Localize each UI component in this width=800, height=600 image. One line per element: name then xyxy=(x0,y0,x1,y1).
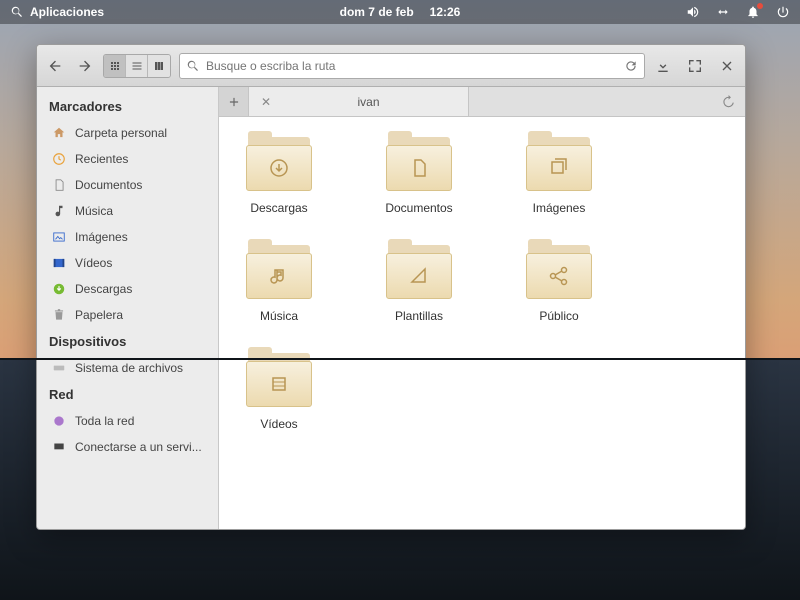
tab-bar: ✕ ivan xyxy=(219,87,745,117)
folder-label: Descargas xyxy=(250,201,307,215)
sidebar-item-downloads[interactable]: Descargas xyxy=(37,276,218,302)
clock-icon xyxy=(51,151,67,167)
folder-documentos[interactable]: Documentos xyxy=(369,137,469,215)
folder-label: Plantillas xyxy=(395,309,443,323)
video-icon xyxy=(51,255,67,271)
content-area: ✕ ivan Descargas Documentos Imágenes Música… xyxy=(219,87,745,529)
applications-menu[interactable]: Aplicaciones xyxy=(30,5,104,19)
folder-label: Vídeos xyxy=(260,417,297,431)
back-button[interactable] xyxy=(45,56,65,76)
view-switcher xyxy=(103,54,171,78)
folder-icon xyxy=(526,245,592,299)
close-button[interactable] xyxy=(717,56,737,76)
folder-label: Documentos xyxy=(385,201,452,215)
globe-icon xyxy=(51,413,67,429)
search-icon xyxy=(186,59,200,73)
home-icon xyxy=(51,125,67,141)
toolbar xyxy=(37,45,745,87)
view-icons[interactable] xyxy=(104,55,126,77)
folder-imágenes[interactable]: Imágenes xyxy=(509,137,609,215)
desktop-wallpaper: Aplicaciones dom 7 de feb 12:26 xyxy=(0,0,800,600)
file-grid[interactable]: Descargas Documentos Imágenes Música Plantil… xyxy=(219,117,745,529)
network-icon[interactable] xyxy=(716,5,730,19)
music-icon xyxy=(51,203,67,219)
network-header: Red xyxy=(37,381,218,408)
new-tab-button[interactable] xyxy=(219,87,249,116)
tab-ivan[interactable]: ✕ ivan xyxy=(249,87,469,116)
folder-música[interactable]: Música xyxy=(229,245,329,323)
power-icon[interactable] xyxy=(776,5,790,19)
panel-date[interactable]: dom 7 de feb xyxy=(340,5,414,19)
folder-icon xyxy=(246,245,312,299)
folder-icon xyxy=(246,137,312,191)
view-columns[interactable] xyxy=(148,55,170,77)
folder-label: Imágenes xyxy=(533,201,586,215)
path-search[interactable] xyxy=(179,53,645,79)
file-manager-window: Marcadores Carpeta personal Recientes Do… xyxy=(36,44,746,530)
forward-button[interactable] xyxy=(75,56,95,76)
download-icon xyxy=(51,281,67,297)
fullscreen-button[interactable] xyxy=(685,56,705,76)
pictures-icon xyxy=(51,229,67,245)
folder-vídeos[interactable]: Vídeos xyxy=(229,353,329,431)
search-input[interactable] xyxy=(206,59,618,73)
tab-label: ivan xyxy=(281,95,456,109)
server-icon xyxy=(51,439,67,455)
sidebar-item-music[interactable]: Música xyxy=(37,198,218,224)
sidebar-item-network[interactable]: Toda la red xyxy=(37,408,218,434)
sidebar-item-home[interactable]: Carpeta personal xyxy=(37,120,218,146)
view-list[interactable] xyxy=(126,55,148,77)
sidebar-item-videos[interactable]: Vídeos xyxy=(37,250,218,276)
document-icon xyxy=(51,177,67,193)
history-button[interactable] xyxy=(711,87,745,116)
bookmarks-header: Marcadores xyxy=(37,93,218,120)
sidebar: Marcadores Carpeta personal Recientes Do… xyxy=(37,87,219,529)
sidebar-item-pictures[interactable]: Imágenes xyxy=(37,224,218,250)
sidebar-item-connect-server[interactable]: Conectarse a un servi... xyxy=(37,434,218,460)
trash-icon xyxy=(51,307,67,323)
folder-icon xyxy=(246,353,312,407)
volume-icon[interactable] xyxy=(686,5,700,19)
sidebar-item-filesystem[interactable]: Sistema de archivos xyxy=(37,355,218,381)
sidebar-item-trash[interactable]: Papelera xyxy=(37,302,218,328)
disk-icon xyxy=(51,360,67,376)
folder-plantillas[interactable]: Plantillas xyxy=(369,245,469,323)
folder-label: Público xyxy=(539,309,578,323)
folder-descargas[interactable]: Descargas xyxy=(229,137,329,215)
folder-label: Música xyxy=(260,309,298,323)
folder-icon xyxy=(526,137,592,191)
sidebar-item-recent[interactable]: Recientes xyxy=(37,146,218,172)
sidebar-item-documents[interactable]: Documentos xyxy=(37,172,218,198)
folder-icon xyxy=(386,245,452,299)
folder-público[interactable]: Público xyxy=(509,245,609,323)
panel-time[interactable]: 12:26 xyxy=(430,5,461,19)
folder-icon xyxy=(386,137,452,191)
devices-header: Dispositivos xyxy=(37,328,218,355)
download-button[interactable] xyxy=(653,56,673,76)
notifications-icon[interactable] xyxy=(746,5,760,19)
refresh-icon[interactable] xyxy=(624,59,638,73)
tab-close-icon[interactable]: ✕ xyxy=(261,95,271,109)
top-panel: Aplicaciones dom 7 de feb 12:26 xyxy=(0,0,800,24)
search-icon[interactable] xyxy=(10,5,24,19)
